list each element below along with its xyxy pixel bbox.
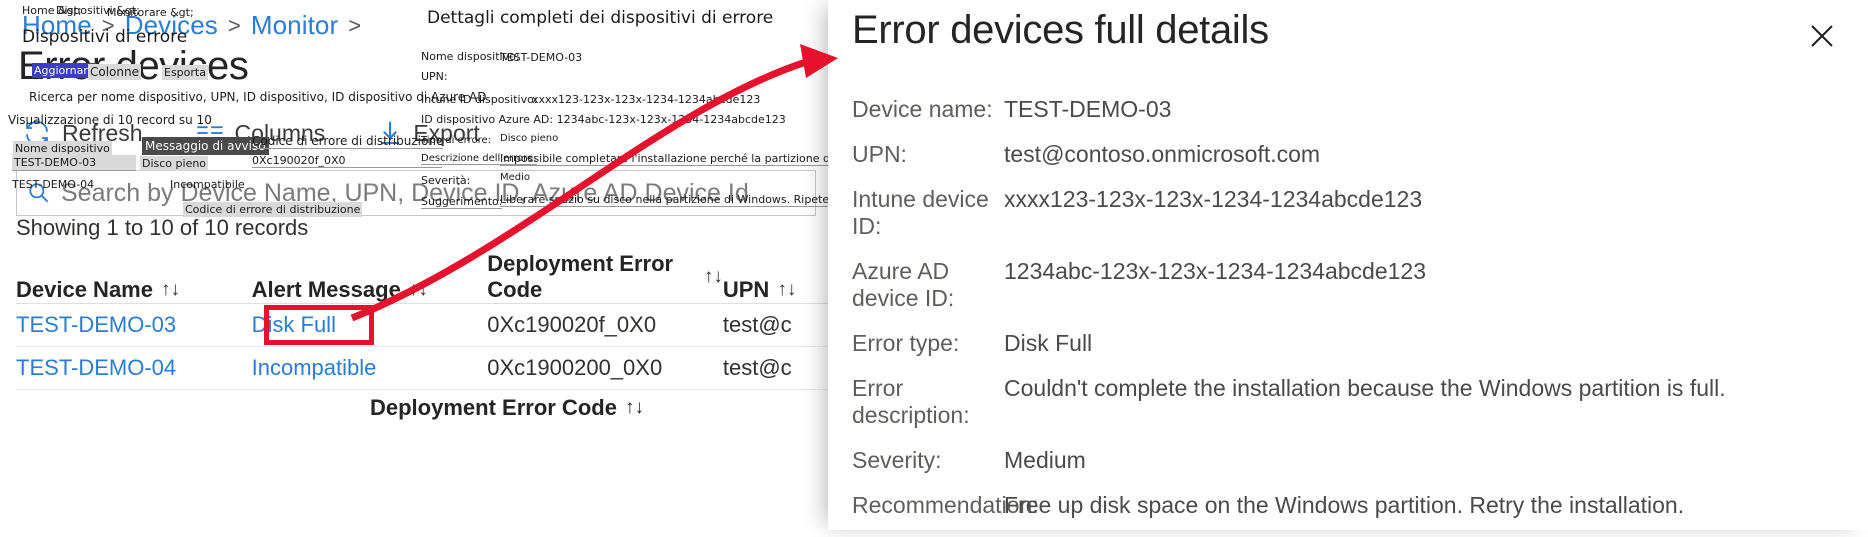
detail-value: Couldn't complete the installation becau… bbox=[1004, 375, 1726, 402]
close-icon[interactable] bbox=[1804, 18, 1840, 54]
overlay-text: Colonne bbox=[88, 64, 141, 80]
overlay-text: Incompatibile bbox=[170, 178, 245, 191]
overlay-text: Esporta bbox=[162, 65, 208, 80]
overlay-text: TEST-DEMO-03 bbox=[500, 51, 582, 64]
column-header-device-name[interactable]: Device Name ↑↓ bbox=[16, 277, 252, 303]
overlay-text: Ricerca per nome dispositivo, UPN, ID di… bbox=[29, 90, 486, 104]
column-header-label: Deployment Error Code bbox=[487, 251, 696, 303]
overlay-text: ID dispositivo Azure AD: 1234abc-123x-12… bbox=[421, 113, 786, 126]
overlay-text: Disco pieno bbox=[140, 156, 208, 171]
intune-portal-page: Home > Devices > Monitor > Error devices… bbox=[0, 0, 840, 530]
cell-alert-message[interactable]: Disk Full bbox=[252, 312, 488, 338]
sort-icon[interactable]: ↑↓ bbox=[161, 279, 180, 301]
overlay-text: Aggiornare bbox=[32, 63, 96, 78]
cell-deployment-error-code: 0Xc1900200_0X0 bbox=[487, 355, 723, 381]
detail-value: Disk Full bbox=[1004, 330, 1092, 357]
detail-label: Severity: bbox=[852, 447, 1004, 474]
cell-deployment-error-code: 0Xc190020f_0X0 bbox=[487, 312, 723, 338]
overlay-text: TEST-DEMO-03 bbox=[12, 155, 136, 171]
detail-value: 1234abc-123x-123x-1234-1234abcde123 bbox=[1004, 258, 1426, 285]
breadcrumb-separator: > bbox=[348, 13, 361, 39]
sort-icon[interactable]: ↑↓ bbox=[777, 279, 796, 301]
detail-label: Recommendation: bbox=[852, 492, 1004, 519]
footer-column-label: Deployment Error Code bbox=[370, 395, 617, 421]
detail-value: Free up disk space on the Windows partit… bbox=[1004, 492, 1684, 519]
sort-icon[interactable]: ↑↓ bbox=[625, 397, 644, 419]
column-header-deployment-error-code[interactable]: Deployment Error Code ↑↓ bbox=[487, 251, 723, 303]
overlay-text: Dispositivi di errore bbox=[22, 27, 187, 47]
detail-row-device-name: Device name: TEST-DEMO-03 bbox=[852, 96, 1848, 123]
footer-column-deployment-error-code[interactable]: Deployment Error Code ↑↓ bbox=[370, 395, 644, 421]
column-header-alert-message[interactable]: Alert Message ↑↓ bbox=[252, 277, 488, 303]
overlay-text: Monitorare &gt; bbox=[107, 6, 194, 19]
table-header-row: Device Name ↑↓ Alert Message ↑↓ Deployme… bbox=[16, 255, 836, 304]
records-count-text: Showing 1 to 10 of 10 records bbox=[16, 215, 308, 241]
table-row[interactable]: TEST-DEMO-03 Disk Full 0Xc190020f_0X0 te… bbox=[16, 304, 836, 347]
overlay-text: Suggerimento: bbox=[421, 195, 502, 209]
detail-row-severity: Severity: Medium bbox=[852, 447, 1848, 474]
breadcrumb-separator: > bbox=[228, 13, 241, 39]
overlay-text: Dettagli completi dei dispositivi di err… bbox=[427, 8, 773, 28]
detail-label: Device name: bbox=[852, 96, 1004, 123]
detail-label: Error description: bbox=[852, 375, 1004, 429]
detail-label: UPN: bbox=[852, 141, 1004, 168]
overlay-text: Codice di errore di distribuzione bbox=[252, 134, 443, 149]
table-row[interactable]: TEST-DEMO-04 Incompatible 0Xc1900200_0X0… bbox=[16, 347, 836, 390]
cell-alert-message[interactable]: Incompatible bbox=[252, 355, 488, 381]
column-header-upn[interactable]: UPN ↑↓ bbox=[723, 277, 836, 303]
overlay-text: Severità: bbox=[421, 174, 470, 187]
detail-value: TEST-DEMO-03 bbox=[1004, 96, 1171, 123]
sort-icon[interactable]: ↑↓ bbox=[704, 266, 723, 288]
overlay-text: TEST-DEMO-04 bbox=[12, 178, 94, 191]
detail-value: xxxx123-123x-123x-1234-1234abcde123 bbox=[1004, 186, 1422, 213]
detail-row-intune-device-id: Intune device ID: xxxx123-123x-123x-1234… bbox=[852, 186, 1848, 240]
error-devices-full-details-panel: Error devices full details Device name: … bbox=[828, 0, 1868, 530]
detail-row-recommendation: Recommendation: Free up disk space on th… bbox=[852, 492, 1848, 519]
panel-detail-list: Device name: TEST-DEMO-03 UPN: test@cont… bbox=[852, 96, 1848, 537]
overlay-text: Nome dispositivo bbox=[13, 141, 112, 156]
overlay-text: Liberare spazio su disco nella partizion… bbox=[500, 193, 840, 207]
detail-label: Azure AD device ID: bbox=[852, 258, 1004, 312]
overlay-text: Tipo di errore: bbox=[421, 135, 491, 146]
overlay-text: xxxx123-123x-123x-1234-1234abcde123 bbox=[532, 93, 760, 106]
detail-row-azure-ad-device-id: Azure AD device ID: 1234abc-123x-123x-12… bbox=[852, 258, 1848, 312]
cell-device-name[interactable]: TEST-DEMO-03 bbox=[16, 312, 252, 338]
overlay-text: 0Xc190020f_0X0 bbox=[252, 154, 442, 168]
detail-value: test@contoso.onmicrosoft.com bbox=[1004, 141, 1320, 168]
overlay-text: Visualizzazione di 10 record su 10 bbox=[8, 113, 212, 127]
cell-upn: test@c bbox=[723, 355, 836, 381]
column-header-label: UPN bbox=[723, 277, 769, 303]
overlay-text: Messaggio di avviso bbox=[142, 137, 269, 155]
detail-value: Medium bbox=[1004, 447, 1086, 474]
column-header-label: Alert Message bbox=[252, 277, 401, 303]
error-devices-table: Device Name ↑↓ Alert Message ↑↓ Deployme… bbox=[16, 255, 836, 390]
detail-row-upn: UPN: test@contoso.onmicrosoft.com bbox=[852, 141, 1848, 168]
column-header-label: Device Name bbox=[16, 277, 153, 303]
overlay-text: Medio bbox=[500, 172, 530, 183]
cell-device-name[interactable]: TEST-DEMO-04 bbox=[16, 355, 252, 381]
overlay-text: Disco pieno bbox=[500, 133, 558, 144]
sort-icon[interactable]: ↑↓ bbox=[409, 279, 428, 301]
overlay-text: UPN: bbox=[421, 70, 448, 83]
cell-upn: test@c bbox=[723, 312, 836, 338]
overlay-text: Impossibile completare l'installazione p… bbox=[500, 152, 840, 166]
overlay-text: Codice di errore di distribuzione bbox=[183, 202, 362, 217]
detail-label: Intune device ID: bbox=[852, 186, 1004, 240]
breadcrumb-item-monitor[interactable]: Monitor bbox=[251, 10, 338, 41]
detail-row-error-description: Error description: Couldn't complete the… bbox=[852, 375, 1848, 429]
panel-title: Error devices full details bbox=[852, 8, 1269, 53]
overlay-text: Intune ID dispositivo: bbox=[421, 93, 538, 106]
detail-row-error-type: Error type: Disk Full bbox=[852, 330, 1848, 357]
detail-label: Error type: bbox=[852, 330, 1004, 357]
